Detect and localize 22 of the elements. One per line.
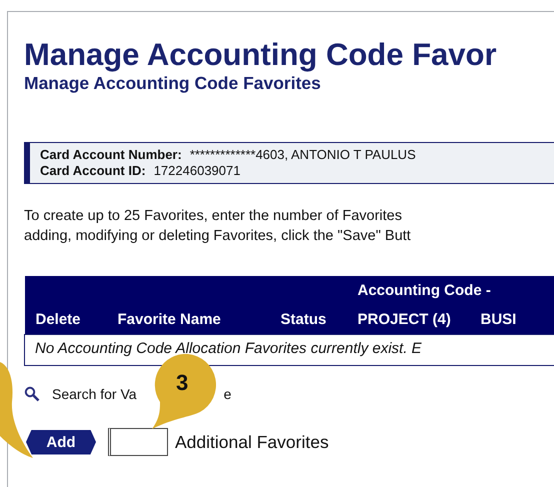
callout-number: 3 [176,370,188,396]
column-header: Delete [24,305,106,334]
column-header: Favorite Name [106,305,270,334]
field-label: Additional Favorites [175,432,329,452]
column-header: BUSI [470,305,554,334]
account-value: *************4603, ANTONIO T PAULUS [190,147,416,162]
account-label: Card Account Number: [40,147,182,162]
account-label: Card Account ID: [40,163,146,178]
count-input[interactable] [108,428,168,456]
page-title: Manage Accounting Code Favor [24,38,498,72]
instruction-text: To create up to 25 Favorites, enter the number of Favorites [24,207,403,226]
empty-message: No Accounting Code Allocation Favorites currently exist. E [24,334,554,366]
add-button[interactable]: Add [26,430,96,454]
page-subtitle: Manage Accounting Code Favorites [24,73,322,94]
search-link[interactable]: e [224,386,232,402]
column-header: Status [270,305,346,334]
account-value: 172246039071 [154,163,240,178]
column-header: PROJECT (4) [346,305,470,334]
instruction-text: adding, modifying or deleting Favorites, click the "Save" Butt [24,227,412,246]
search-link[interactable]: Search for Va [52,386,137,402]
group-heading: Accounting Code - [346,276,554,305]
search-icon[interactable] [24,386,40,402]
